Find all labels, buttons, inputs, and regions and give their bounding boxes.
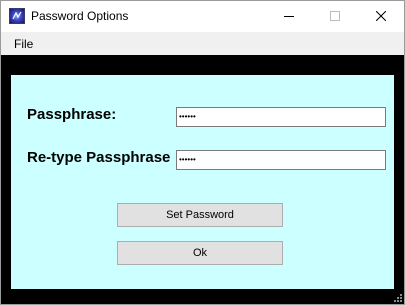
minimize-button[interactable] [266, 1, 312, 32]
ok-button[interactable]: Ok [117, 241, 283, 265]
app-icon [9, 8, 25, 24]
passphrase-label: Passphrase: [27, 106, 117, 123]
close-button[interactable] [358, 1, 404, 32]
content-frame: Passphrase: •••••• Re-type Passphrase ••… [1, 55, 404, 304]
set-password-button[interactable]: Set Password [117, 203, 283, 227]
maximize-icon [330, 11, 340, 21]
close-icon [376, 11, 386, 21]
menu-bar: File [1, 32, 404, 55]
retype-passphrase-label: Re-type Passphrase [27, 149, 171, 166]
window-title: Password Options [31, 9, 129, 23]
form-panel: Passphrase: •••••• Re-type Passphrase ••… [11, 75, 394, 289]
maximize-button[interactable] [312, 1, 358, 32]
minimize-icon [284, 16, 294, 17]
title-bar[interactable]: Password Options [1, 1, 404, 32]
passphrase-input[interactable]: •••••• [176, 107, 386, 127]
retype-passphrase-input[interactable]: •••••• [176, 150, 386, 170]
password-options-window: Password Options File Passphrase: ••••••… [0, 0, 405, 305]
resize-grip-icon[interactable] [392, 292, 402, 302]
menu-file[interactable]: File [14, 37, 33, 51]
